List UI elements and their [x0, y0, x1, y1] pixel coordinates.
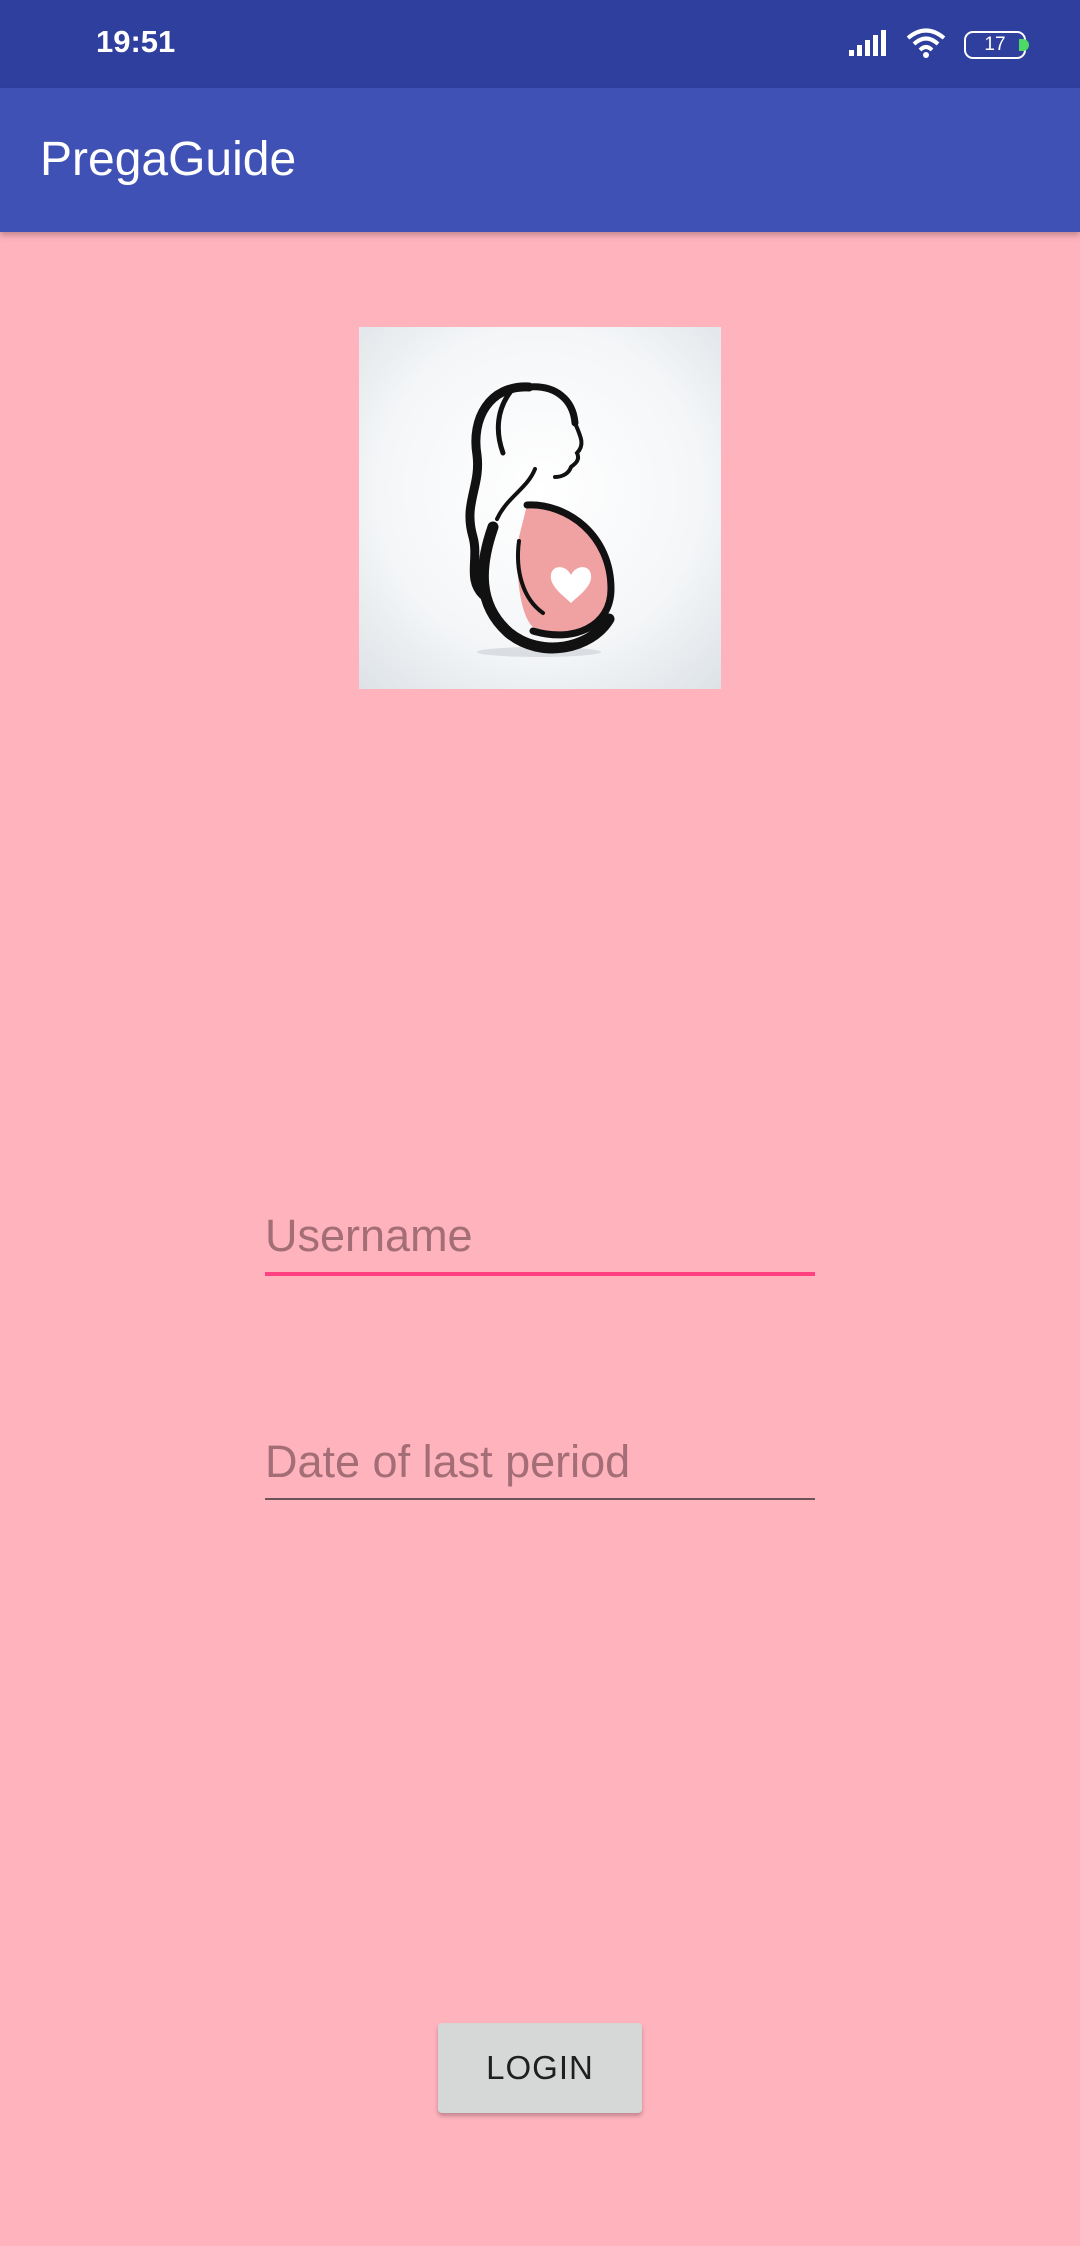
login-button[interactable]: LOGIN — [438, 2023, 642, 2113]
battery-fill — [1019, 39, 1029, 51]
signal-icon — [848, 28, 888, 63]
app-bar: PregaGuide — [0, 88, 1080, 232]
username-field — [265, 1210, 815, 1276]
app-title: PregaGuide — [40, 133, 297, 186]
battery-level: 17 — [984, 34, 1006, 55]
wifi-icon — [906, 27, 946, 64]
last-period-field — [265, 1436, 815, 1500]
battery-icon: 17 — [964, 31, 1029, 59]
last-period-input[interactable] — [265, 1436, 815, 1498]
last-period-underline — [265, 1498, 815, 1500]
status-time: 19:51 — [96, 24, 176, 59]
status-bar: 19:51 17 — [0, 0, 1080, 88]
status-icons: 17 — [848, 27, 1029, 64]
username-underline — [265, 1272, 815, 1276]
username-input[interactable] — [265, 1210, 815, 1272]
pregnant-woman-logo-icon — [359, 327, 721, 689]
